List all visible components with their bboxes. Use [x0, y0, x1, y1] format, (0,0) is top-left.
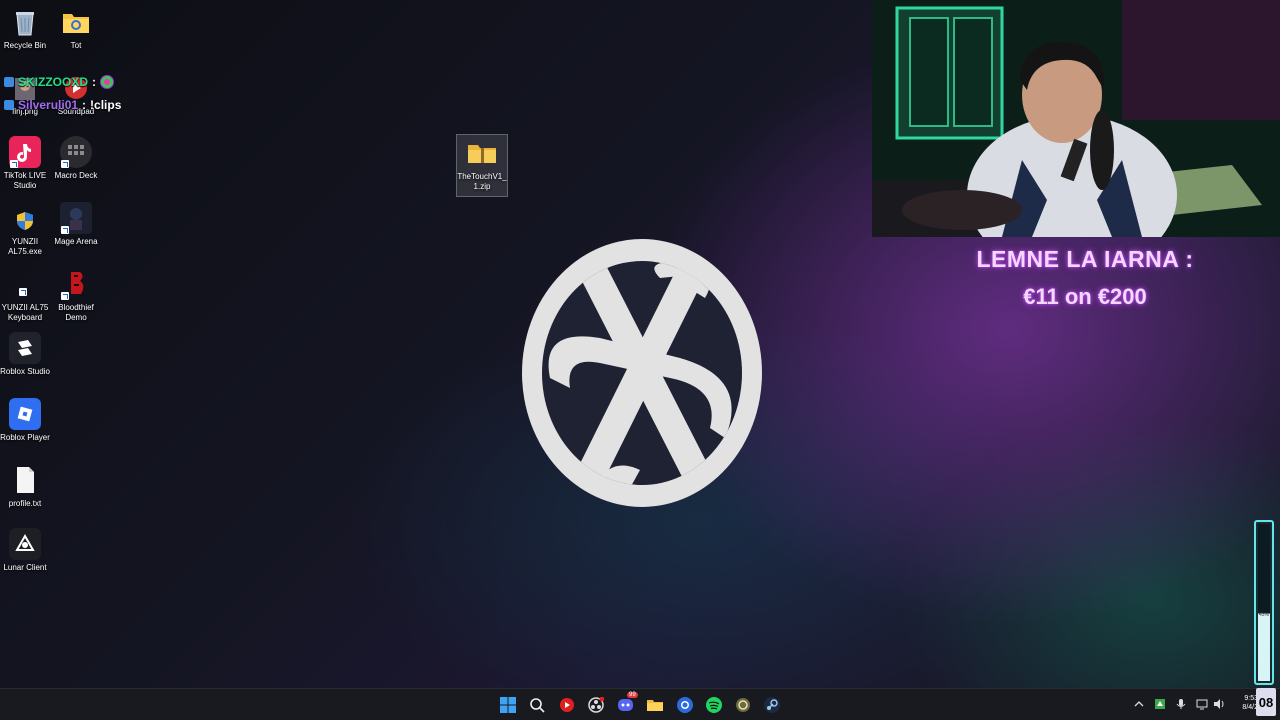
battery-level-widget: 43%: [1254, 520, 1274, 685]
desktop-icon-label: Bloodthief Demo: [58, 303, 94, 322]
clock-date: 8/4/2: [1242, 704, 1258, 711]
chat-separator: :: [82, 97, 87, 112]
desktop-icon-yunzii-keyboard[interactable]: YUNZII AL75 Keyboard: [0, 268, 50, 323]
shortcut-arrow-icon: [61, 160, 69, 168]
desktop-icon-label: profile.txt: [8, 499, 42, 508]
obs-icon[interactable]: [586, 695, 606, 715]
chat-emote-icon: [100, 74, 115, 89]
keyboard-app-icon: [9, 268, 41, 300]
text-file-icon: [9, 464, 41, 496]
desktop-icon-mage-arena[interactable]: Mage Arena: [51, 202, 101, 247]
webcam-feed: [872, 0, 1280, 237]
desktop-icon-label: Lunar Client: [3, 563, 47, 572]
file-explorer-icon[interactable]: [645, 695, 665, 715]
desktop-icon-roblox-studio[interactable]: Roblox Studio: [0, 332, 50, 377]
chat-message: Silveruli01 : !clips: [4, 93, 121, 116]
folder-icon: [60, 6, 92, 38]
desktop-icon-label: Tot: [70, 41, 82, 50]
chat-username: SKIZZOOXD: [18, 74, 89, 89]
desktop-icon-label: Roblox Player: [0, 433, 50, 442]
desktop-icon-roblox-player[interactable]: Roblox Player: [0, 398, 50, 443]
shortcut-arrow-icon: [10, 160, 18, 168]
macro-deck-icon: [60, 136, 92, 168]
volume-icon[interactable]: [1212, 697, 1226, 711]
desktop-icon-yunzii-exe[interactable]: YUNZII AL75.exe: [0, 202, 50, 257]
taskbar: 99 9:53 8/4/2: [0, 688, 1280, 720]
desktop-icon-zip-file[interactable]: TheTouchV1_1.zip: [456, 134, 508, 197]
desktop-icon-profile-txt[interactable]: profile.txt: [0, 464, 50, 509]
desktop-icon-label: YUNZII AL75.exe: [8, 237, 42, 256]
desktop-icon-label: Roblox Studio: [0, 367, 50, 376]
stream-chat-overlay: SKIZZOOXD : Silveruli01 : !clips: [4, 70, 121, 116]
drive-icon[interactable]: [1153, 697, 1167, 711]
mage-arena-icon: [60, 202, 92, 234]
desktop-icon-label: YUNZII AL75 Keyboard: [1, 303, 49, 322]
roblox-studio-icon: [9, 332, 41, 364]
windows-start-icon[interactable]: [498, 695, 518, 715]
taskbar-clock[interactable]: 9:53 8/4/2: [1230, 694, 1258, 712]
desktop-icon-label: Macro Deck: [54, 171, 98, 180]
wallpaper-logo: [522, 239, 762, 507]
shortcut-arrow-icon: [61, 292, 69, 300]
desktop-icon-tot[interactable]: Tot: [51, 6, 101, 51]
desktop-icon-tiktok[interactable]: TikTok LIVE Studio: [0, 136, 50, 191]
date-badge: 08: [1256, 688, 1276, 716]
zip-folder-icon: [466, 137, 498, 169]
spotify-icon[interactable]: [704, 695, 724, 715]
chevron-up-icon[interactable]: [1132, 697, 1146, 711]
youtube-music-icon[interactable]: [557, 695, 577, 715]
clock-time: 9:53: [1244, 695, 1258, 702]
shortcut-arrow-icon: [19, 288, 27, 296]
discord-notification-badge: 99: [627, 692, 638, 698]
search-icon[interactable]: [527, 695, 547, 715]
donation-goal-title: LEMNE LA IARNA :: [976, 246, 1194, 272]
desktop-icon-bloodthief[interactable]: Bloodthief Demo: [51, 268, 101, 323]
shield-exe-icon: [9, 202, 41, 234]
desktop-icon-lunar-client[interactable]: Lunar Client: [0, 528, 50, 573]
app-icon[interactable]: [733, 695, 753, 715]
webcam-overlay: [872, 0, 1280, 237]
shortcut-arrow-icon: [61, 226, 69, 234]
donation-goal-value: €11 on €200: [1023, 284, 1147, 309]
bloodthief-icon: [60, 268, 92, 300]
battery-fill: [1258, 613, 1270, 681]
desktop-icon-label: Mage Arena: [54, 237, 98, 246]
chat-username: Silveruli01: [18, 97, 79, 112]
chat-badge-icon: [4, 99, 14, 110]
microphone-icon[interactable]: [1174, 697, 1188, 711]
chat-badge-icon: [4, 76, 14, 87]
chat-message: SKIZZOOXD :: [4, 70, 121, 93]
chat-message-text: !clips: [90, 97, 122, 112]
roblox-player-icon: [9, 398, 41, 430]
desktop-icon-label: TikTok LIVE Studio: [3, 171, 47, 190]
desktop-icon-label: TheTouchV1_1.zip: [457, 172, 507, 191]
tiktok-icon: [9, 136, 41, 168]
desktop-icon-label: Recycle Bin: [3, 41, 47, 50]
network-icon[interactable]: [1195, 697, 1209, 711]
chat-separator: :: [92, 74, 97, 89]
steam-icon[interactable]: [762, 695, 782, 715]
lunar-client-icon: [9, 528, 41, 560]
browser-icon[interactable]: [675, 695, 695, 715]
desktop-icon-recycle-bin[interactable]: Recycle Bin: [0, 6, 50, 51]
recycle-bin-icon: [9, 6, 41, 38]
desktop-icon-macro-deck[interactable]: Macro Deck: [51, 136, 101, 181]
battery-percent-label: 43%: [1259, 612, 1270, 618]
discord-icon[interactable]: 99: [616, 692, 638, 715]
